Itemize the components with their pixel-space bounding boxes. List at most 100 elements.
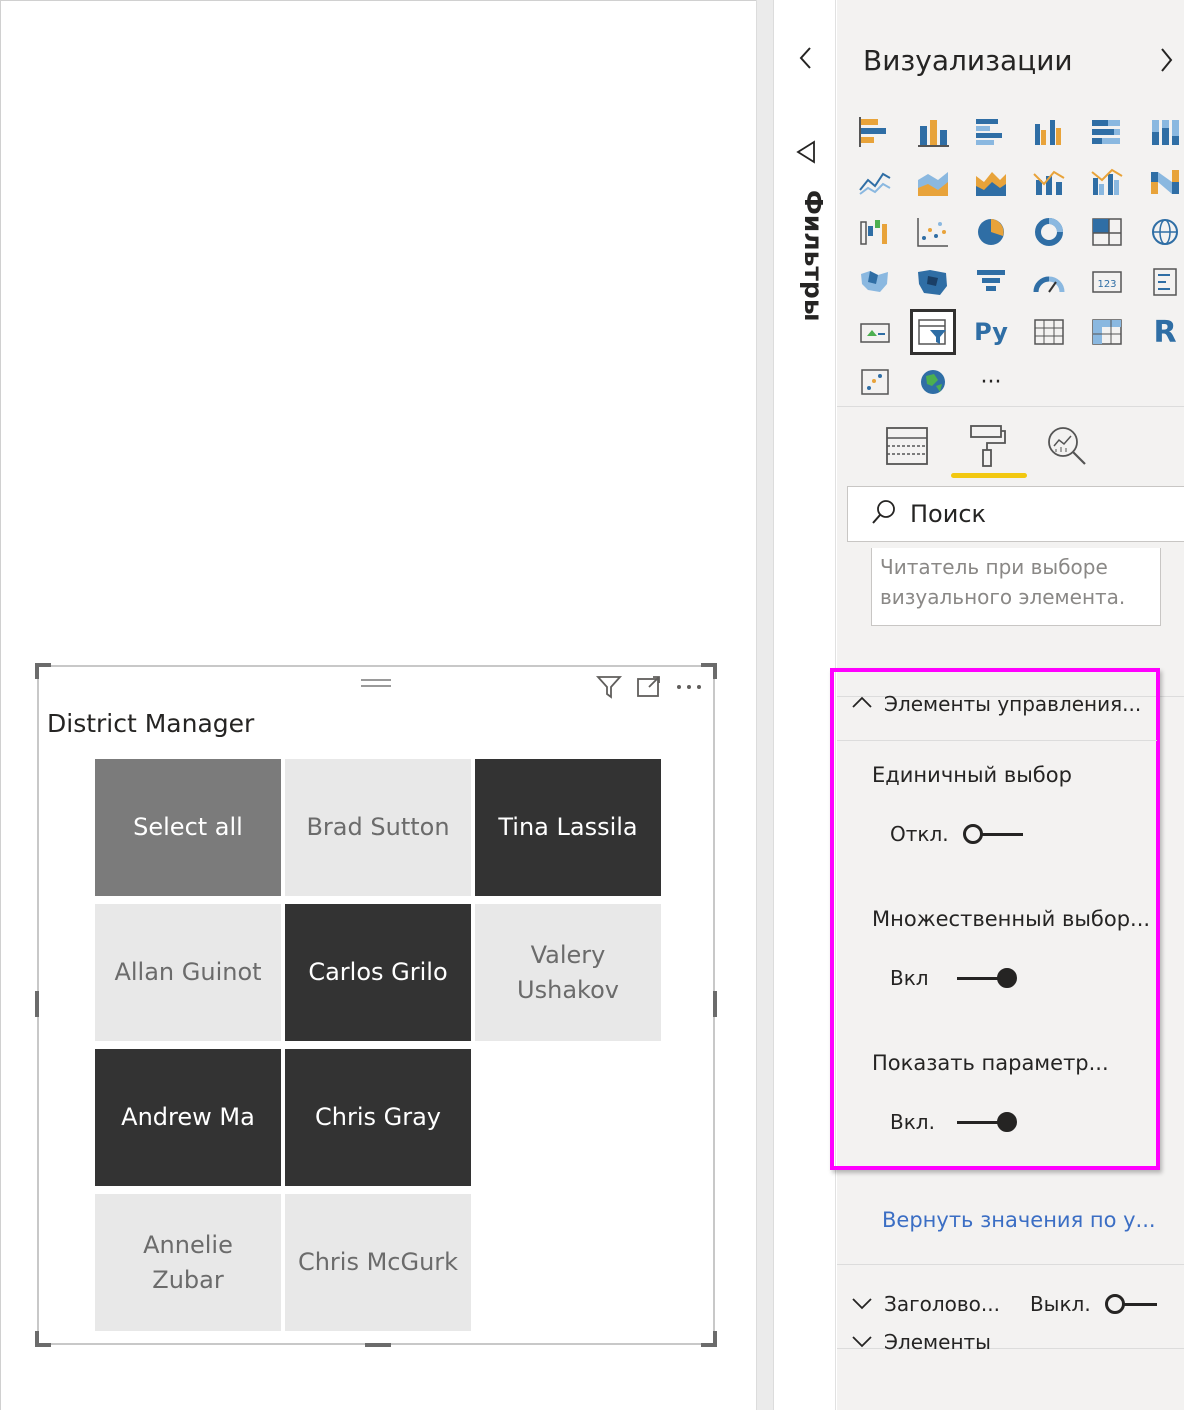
map-icon[interactable] xyxy=(1145,212,1184,252)
shape-map-icon[interactable] xyxy=(913,262,953,302)
chevron-left-icon[interactable] xyxy=(792,44,820,72)
slicer-tile[interactable]: Chris McGurk xyxy=(285,1194,471,1331)
slicer-title: District Manager xyxy=(47,709,255,738)
pane-resize-gutter[interactable] xyxy=(756,0,774,1410)
reset-to-default-link[interactable]: Вернуть значения по у... xyxy=(882,1208,1156,1232)
search-icon xyxy=(870,498,898,530)
stacked-column-chart-icon[interactable] xyxy=(913,112,953,152)
kpi-icon[interactable] xyxy=(855,312,895,352)
multi-select-toggle[interactable] xyxy=(956,966,1017,990)
100-stacked-bar-chart-icon[interactable] xyxy=(1087,112,1127,152)
treemap-icon[interactable] xyxy=(1087,212,1127,252)
funnel-icon[interactable] xyxy=(971,262,1011,302)
analytics-tab[interactable] xyxy=(1037,418,1097,474)
slicer-tile[interactable]: Tina Lassila xyxy=(475,759,661,896)
divider xyxy=(837,740,1157,741)
scatter-chart-icon[interactable] xyxy=(913,212,953,252)
items-section-label: Элементы xyxy=(884,1330,991,1354)
chevron-down-icon xyxy=(850,1330,874,1354)
visual-type-gallery: 123 Py R ··· xyxy=(855,112,1184,412)
pane-title: Визуализации xyxy=(863,44,1073,77)
filled-map-icon[interactable] xyxy=(855,262,895,302)
arcgis-map-icon[interactable] xyxy=(913,362,953,402)
slicer-tile[interactable]: Andrew Ma xyxy=(95,1049,281,1186)
report-canvas: District Manager Select all Brad Sutton Ti… xyxy=(0,0,772,1410)
single-select-label: Единичный выбор xyxy=(872,763,1072,787)
drag-grip-icon[interactable] xyxy=(361,679,391,691)
donut-chart-icon[interactable] xyxy=(1029,212,1069,252)
filter-icon[interactable] xyxy=(595,673,623,701)
key-influencers-icon[interactable] xyxy=(855,362,895,402)
chevron-right-icon[interactable] xyxy=(1152,44,1180,76)
header-section[interactable]: Заголово... Выкл. xyxy=(850,1292,1157,1316)
100-stacked-column-chart-icon[interactable] xyxy=(1145,112,1184,152)
table-icon[interactable] xyxy=(1029,312,1069,352)
resize-handle-bottom[interactable] xyxy=(365,1343,391,1347)
multi-select-label: Множественный выбор... xyxy=(872,907,1151,931)
multi-select-row: Вкл xyxy=(890,966,1017,990)
filters-label[interactable]: Фильтры xyxy=(784,190,828,330)
show-select-all-toggle[interactable] xyxy=(956,1110,1017,1134)
divider xyxy=(837,406,1184,407)
single-select-state: Откл. xyxy=(890,822,949,846)
python-visual-icon[interactable]: Py xyxy=(971,312,1011,352)
slicer-icon[interactable] xyxy=(910,309,956,355)
clustered-column-chart-icon[interactable] xyxy=(1029,112,1069,152)
resize-handle-top-right[interactable] xyxy=(701,663,717,679)
more-options-icon[interactable] xyxy=(675,673,703,701)
show-select-all-label: Показать параметр... xyxy=(872,1051,1109,1075)
single-select-toggle[interactable] xyxy=(962,822,1023,846)
slicer-tile[interactable]: Chris Gray xyxy=(285,1049,471,1186)
filters-pane-collapsed: Фильтры xyxy=(774,0,836,1410)
slicer-tile[interactable]: Allan Guinot xyxy=(95,904,281,1041)
show-select-all-state: Вкл. xyxy=(890,1110,935,1134)
resize-handle-right[interactable] xyxy=(713,991,717,1017)
alt-text-field[interactable]: Читатель при выборе визуального элемента… xyxy=(871,548,1161,626)
stacked-bar-chart-icon[interactable] xyxy=(855,112,895,152)
search-input[interactable]: Поиск xyxy=(847,486,1184,542)
resize-handle-left[interactable] xyxy=(35,991,39,1017)
focus-mode-icon[interactable] xyxy=(635,673,663,701)
slicer-tile[interactable]: Valery Ushakov xyxy=(475,904,661,1041)
divider xyxy=(837,1264,1184,1265)
section-title: Элементы управления... xyxy=(884,692,1142,716)
pie-chart-icon[interactable] xyxy=(971,212,1011,252)
waterfall-chart-icon[interactable] xyxy=(855,212,895,252)
multi-row-card-icon[interactable] xyxy=(1145,262,1184,302)
ribbon-chart-icon[interactable] xyxy=(1145,162,1184,202)
more-visuals-label: ··· xyxy=(980,369,1002,395)
gauge-icon[interactable] xyxy=(1029,262,1069,302)
visual-header xyxy=(595,673,703,701)
resize-handle-bottom-right[interactable] xyxy=(701,1331,717,1347)
filter-icon xyxy=(792,138,820,166)
format-tab[interactable] xyxy=(951,418,1027,478)
resize-handle-top-left[interactable] xyxy=(35,663,51,679)
selection-controls-header[interactable]: Элементы управления... xyxy=(850,692,1141,716)
slicer-tile[interactable]: Carlos Grilo xyxy=(285,904,471,1041)
line-and-stacked-column-chart-icon[interactable] xyxy=(1029,162,1069,202)
matrix-icon[interactable] xyxy=(1087,312,1127,352)
slicer-tile[interactable]: Brad Sutton xyxy=(285,759,471,896)
multi-select-state: Вкл xyxy=(890,966,929,990)
more-visuals-icon[interactable]: ··· xyxy=(971,362,1011,402)
r-visual-icon[interactable]: R xyxy=(1145,312,1184,352)
line-and-clustered-column-chart-icon[interactable] xyxy=(1087,162,1127,202)
resize-handle-bottom-left[interactable] xyxy=(35,1331,51,1347)
header-section-label: Заголово... xyxy=(884,1292,1000,1316)
empty-cell xyxy=(475,1049,661,1186)
show-select-all-row: Вкл. xyxy=(890,1110,1017,1134)
area-chart-icon[interactable] xyxy=(913,162,953,202)
pane-tabs xyxy=(877,418,1097,478)
python-visual-label: Py xyxy=(974,318,1008,346)
line-chart-icon[interactable] xyxy=(855,162,895,202)
header-toggle[interactable] xyxy=(1104,1292,1157,1316)
clustered-bar-chart-icon[interactable] xyxy=(971,112,1011,152)
items-section-row[interactable]: Элементы xyxy=(850,1330,991,1354)
select-all-tile[interactable]: Select all xyxy=(95,759,281,896)
stacked-area-chart-icon[interactable] xyxy=(971,162,1011,202)
search-placeholder: Поиск xyxy=(910,500,987,528)
slicer-tile[interactable]: Annelie Zubar xyxy=(95,1194,281,1331)
fields-tab[interactable] xyxy=(877,418,937,474)
card-icon[interactable]: 123 xyxy=(1087,262,1127,302)
slicer-visual[interactable]: District Manager Select all Brad Sutton Ti… xyxy=(35,663,717,1347)
